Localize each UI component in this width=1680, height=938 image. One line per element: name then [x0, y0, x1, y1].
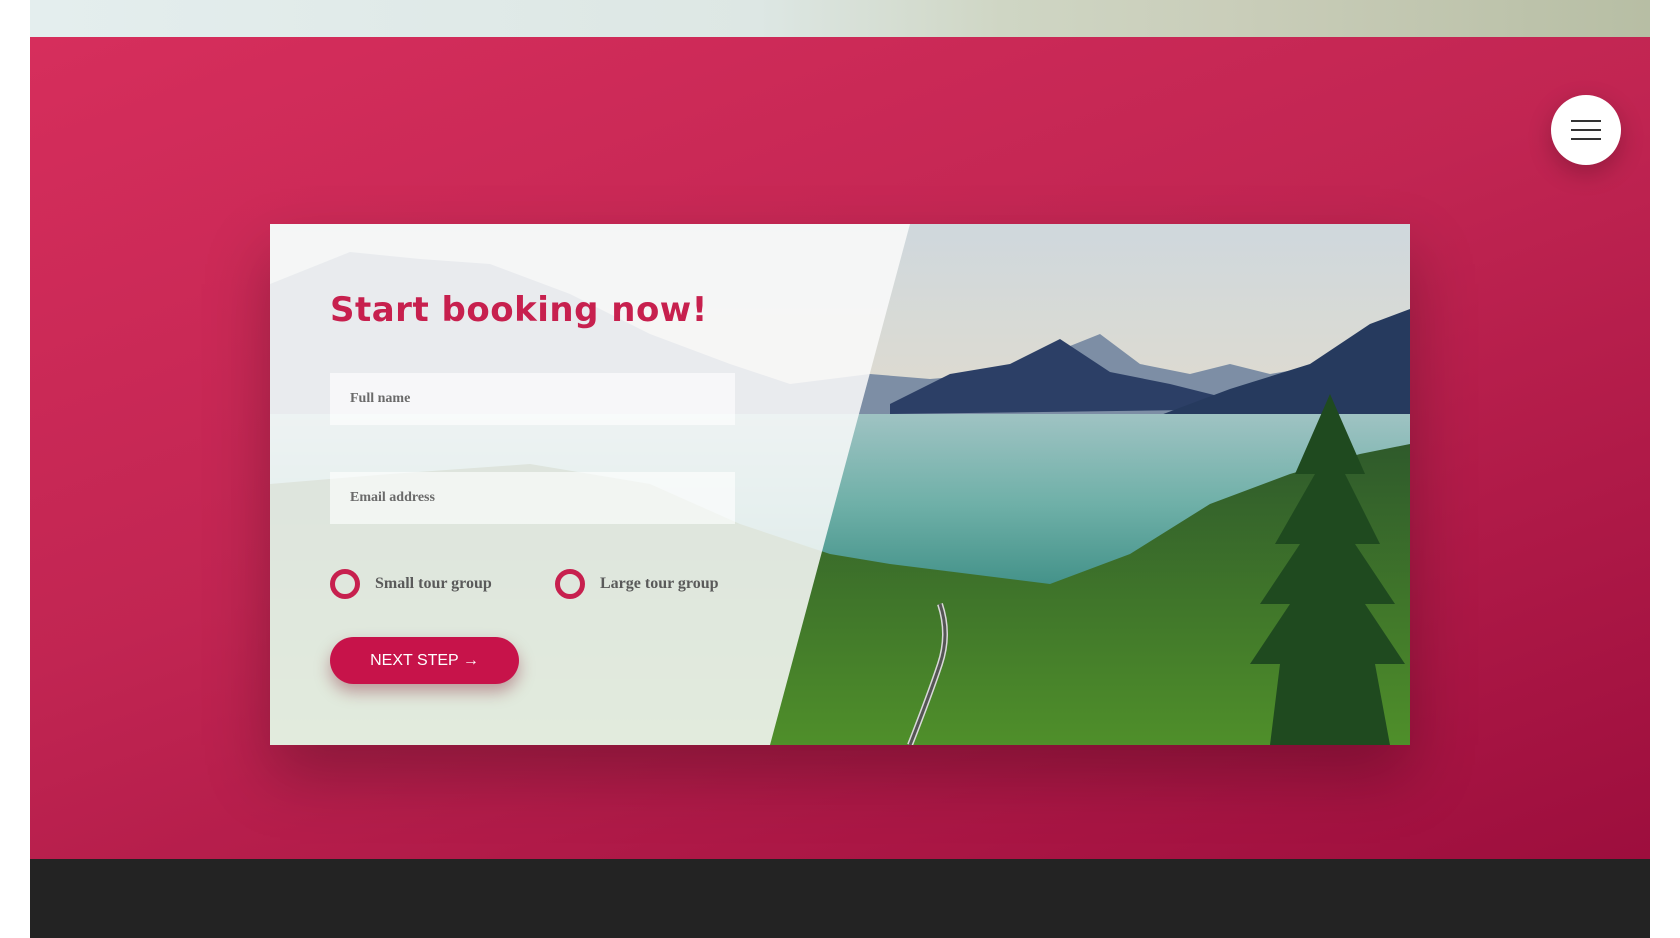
- large-tour-group-radio[interactable]: Large tour group: [555, 569, 719, 599]
- previous-section-image-strip: [30, 0, 1650, 37]
- booking-section: Start booking now! Small tour group Larg…: [30, 37, 1650, 859]
- booking-card: Start booking now! Small tour group Larg…: [270, 224, 1410, 745]
- small-tour-group-label: Small tour group: [375, 575, 492, 592]
- booking-form: Start booking now! Small tour group Larg…: [330, 224, 850, 745]
- menu-button[interactable]: [1551, 95, 1621, 165]
- form-title: Start booking now!: [330, 290, 708, 330]
- footer: [30, 859, 1650, 938]
- next-step-button[interactable]: NEXT STEP →: [330, 637, 519, 684]
- email-input[interactable]: [330, 472, 735, 524]
- radio-circle-icon[interactable]: [555, 569, 585, 599]
- page: Start booking now! Small tour group Larg…: [30, 0, 1650, 938]
- radio-circle-icon[interactable]: [330, 569, 360, 599]
- small-tour-group-radio[interactable]: Small tour group: [330, 569, 492, 599]
- full-name-input[interactable]: [330, 373, 735, 425]
- large-tour-group-label: Large tour group: [600, 575, 719, 592]
- hamburger-menu-icon: [1571, 120, 1601, 140]
